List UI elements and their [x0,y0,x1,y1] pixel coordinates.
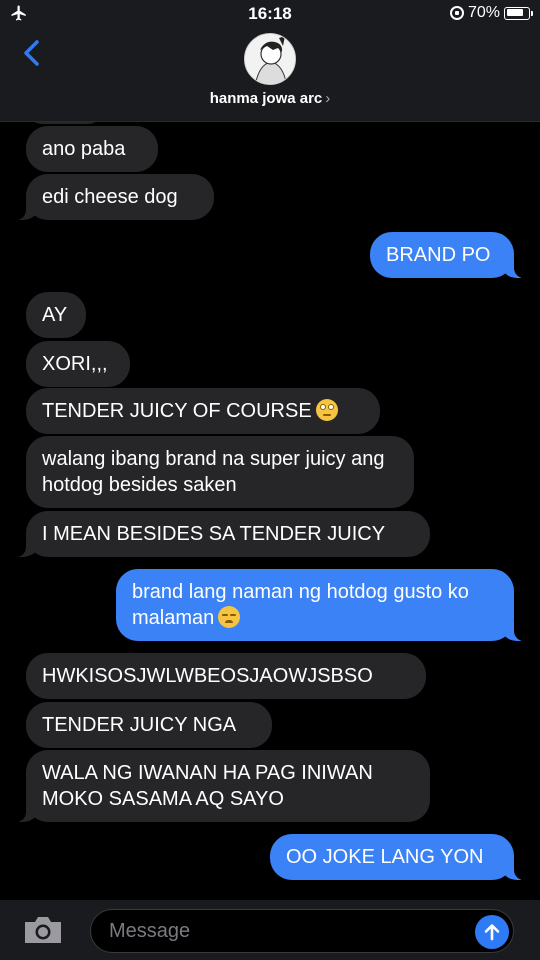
chevron-right-icon: › [325,90,331,107]
message-text: edi cheese dog [42,186,178,208]
message-thread: ano paba edi cheese dog BRAND PO AY XORI… [0,0,540,900]
location-lock-icon [449,6,464,20]
send-arrow-icon [484,924,500,941]
disappointed-face-emoji-icon [218,606,241,628]
message-bubble-outgoing[interactable]: BRAND PO [370,232,524,278]
message-input[interactable]: Message [90,909,514,953]
rolling-eyes-emoji-icon [315,399,338,421]
message-text: TENDER JUICY OF COURSE [42,398,338,424]
message-bubble-incoming[interactable]: I MEAN BESIDES SA TENDER JUICY [16,511,430,557]
camera-icon[interactable] [22,914,64,946]
message-bubble-incoming[interactable]: TENDER JUICY OF COURSE [26,388,380,434]
battery-icon [504,6,533,20]
message-bubble-incoming[interactable]: edi cheese dog [16,174,214,220]
message-bubble-outgoing[interactable]: brand lang naman ng hotdog gusto ko mala… [116,569,524,641]
avatar[interactable] [244,33,296,85]
status-right-group: 70% [449,4,533,22]
contact-name-label: hanma jowa arc [209,90,323,107]
status-bar: 16:18 70% [0,0,540,30]
message-bubble-outgoing[interactable]: OO JOKE LANG YON [270,834,524,880]
message-text: XORI,,, [42,353,108,375]
message-bubble-incoming[interactable]: walang ibang brand na super juicy ang ho… [26,436,414,508]
message-text-content: brand lang naman ng hotdog gusto ko mala… [132,581,469,629]
message-text: walang ibang brand na super juicy ang ho… [42,448,385,496]
message-text-content: TENDER JUICY OF COURSE [42,400,312,422]
message-text: I MEAN BESIDES SA TENDER JUICY [42,523,386,545]
contact-name[interactable]: hanma jowa arc › [0,90,540,107]
conversation-header: 16:18 70% hanma jowa arc › [0,0,540,122]
message-input-placeholder: Message [109,919,191,942]
message-text: WALA NG IWANAN HA PAG INIWAN MOKO SASAMA… [42,762,373,810]
send-button[interactable] [475,915,509,949]
message-text: BRAND PO [386,244,491,266]
message-bubble-incoming[interactable]: ano paba [26,126,158,172]
message-bubble-incoming[interactable]: AY [26,292,86,338]
message-text: OO JOKE LANG YON [286,846,484,868]
message-text: HWKISOSJWLWBEOSJAOWJSBSO [42,665,373,687]
message-bubble-incoming[interactable]: XORI,,, [26,341,130,387]
message-bubble-incoming[interactable]: TENDER JUICY NGA [26,702,272,748]
message-bubble-incoming[interactable]: HWKISOSJWLWBEOSJAOWJSBSO [26,653,426,699]
message-text: brand lang naman ng hotdog gusto ko mala… [132,579,498,631]
message-bubble-incoming[interactable]: WALA NG IWANAN HA PAG INIWAN MOKO SASAMA… [16,750,430,822]
message-text: TENDER JUICY NGA [42,714,237,736]
battery-percent: 70% [467,4,500,21]
back-chevron-icon[interactable] [18,38,48,68]
message-text: AY [42,304,68,326]
message-text: ano paba [42,138,126,160]
